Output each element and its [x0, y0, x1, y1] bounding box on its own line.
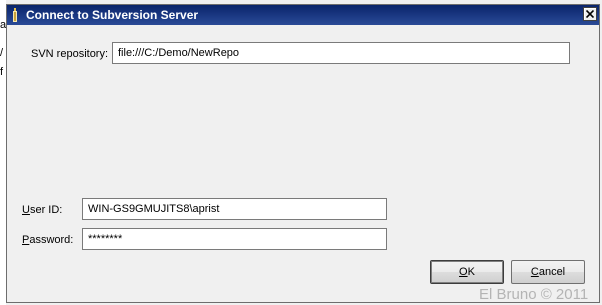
cancel-button[interactable]: Cancel — [511, 260, 585, 284]
connect-dialog: Connect to Subversion Server SVN reposit… — [6, 4, 600, 303]
cancel-button-label: ancel — [538, 266, 566, 278]
user-id-label-text: ser ID: — [29, 204, 63, 216]
user-id-label: User ID: — [22, 204, 62, 217]
user-id-input[interactable]: WIN-GS9GMUJITS8\aprist — [82, 198, 387, 220]
password-label: Password: — [22, 234, 73, 247]
close-icon — [586, 10, 594, 18]
ok-button[interactable]: OK — [430, 260, 504, 284]
ok-button-label: K — [467, 266, 475, 278]
user-id-label-mnemonic: U — [22, 204, 30, 216]
app-icon — [12, 8, 18, 22]
repository-input[interactable]: file:///C:/Demo/NewRepo — [112, 42, 570, 64]
dialog-title: Connect to Subversion Server — [26, 8, 199, 22]
close-button[interactable] — [583, 7, 597, 21]
password-input[interactable]: ******** — [82, 228, 387, 250]
watermark-text: El Bruno © 2011 — [479, 286, 589, 303]
cancel-button-mnemonic: C — [530, 266, 539, 278]
repository-label: SVN repository: — [31, 48, 109, 60]
ok-button-mnemonic: O — [459, 266, 468, 278]
dialog-titlebar[interactable]: Connect to Subversion Server — [7, 5, 599, 25]
password-label-text: assword: — [29, 234, 74, 246]
